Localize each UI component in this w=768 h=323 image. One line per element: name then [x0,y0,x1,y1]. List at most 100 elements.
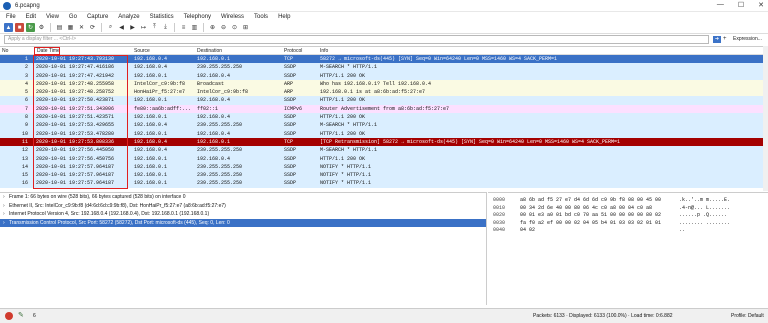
packet-destination: 192.168.0.4 [197,130,231,137]
hex-row[interactable]: 0010 00 34 2d 6e 40 00 80 06 4c c0 a8 00 … [488,205,768,213]
add-filter-button[interactable]: + [723,36,727,42]
packet-destination: 239.255.255.250 [197,122,243,129]
stop-capture-icon[interactable]: ■ [15,23,24,32]
hex-row[interactable]: 0040 04 02.. [488,227,768,235]
hex-row[interactable]: 0000 a8 6b ad f5 27 e7 d4 6d 6d c9 9b f8 … [488,197,768,205]
packet-source: 192.168.0.4 [134,147,168,154]
packet-protocol: SSDP [284,155,297,162]
first-packet-icon[interactable]: ⤒ [150,23,159,32]
go-back-icon[interactable]: ◀ [117,23,126,32]
packet-destination: 192.168.0.1 [197,138,231,145]
packet-row[interactable]: 3 2020-10-01 19:27:47.421942 192.168.0.1 19… [0,71,768,80]
packet-row[interactable]: 12 2020-10-01 19:27:56.445050 192.168.0.4 2… [0,146,768,155]
menu-help[interactable]: Help [278,14,290,20]
packet-info: 192.168.0.1 is at a8:6b:ad:f5:27:e7 [320,89,426,96]
packet-row[interactable]: 10 2020-10-01 19:27:53.478280 192.168.0.1 1… [0,129,768,138]
hex-row[interactable]: 0030 fa f0 a2 ef 00 00 02 04 05 b4 01 03 … [488,220,768,228]
packet-source: 192.168.0.1 [134,180,168,187]
packet-protocol: SSDP [284,180,297,187]
profile-selector[interactable]: Profile: Default [731,313,764,319]
capture-comment-icon[interactable]: ✎ [18,312,26,320]
find-packet-icon[interactable]: ⌕ [106,23,115,32]
detail-row-tcp[interactable]: › Transmission Control Protocol, Src Port… [0,218,486,227]
autoscroll-icon[interactable]: ≡ [179,23,188,32]
zoom-in-icon[interactable]: ⊕ [208,23,217,32]
normal-size-icon[interactable]: ⊙ [230,23,239,32]
menu-telephony[interactable]: Telephony [184,14,211,20]
wireshark-logo-icon [3,1,11,10]
packet-row[interactable]: 4 2020-10-01 19:27:48.255958 IntelCor_c9:9… [0,79,768,89]
menu-tools[interactable]: Tools [254,14,268,20]
detail-row-ethernet[interactable]: › Ethernet II, Src: IntelCor_c9:9b:f8 (d4… [0,202,486,211]
packet-list-header: No Date Time Source Destination Protocol… [0,47,768,55]
column-header-no[interactable]: No [2,48,30,54]
packet-time: 2020-10-01 19:27:48.255958 [36,80,115,87]
open-file-icon[interactable]: ▤ [55,23,64,32]
minimize-button[interactable]: — [717,1,724,9]
restart-capture-icon[interactable]: ↻ [26,23,35,32]
packet-protocol: SSDP [284,147,297,154]
go-forward-icon[interactable]: ▶ [128,23,137,32]
packet-list-scrollbar[interactable] [763,46,768,191]
column-header-time[interactable]: Date Time [34,47,60,55]
close-file-icon[interactable]: ✕ [77,23,86,32]
detail-row-ip[interactable]: › Internet Protocol Version 4, Src: 192.1… [0,210,486,219]
packet-row[interactable]: 14 2020-10-01 19:27:57.964187 192.168.0.1 2… [0,162,768,172]
packet-row[interactable]: 2 2020-10-01 19:27:47.416186 192.168.0.4 23… [0,63,768,72]
packet-source: 192.168.0.1 [134,72,168,79]
packet-row[interactable]: 7 2020-10-01 19:27:51.343006 fe80::aa6b:ad… [0,104,768,114]
close-button[interactable]: ✕ [758,1,764,9]
packet-row[interactable]: 15 2020-10-01 19:27:57.964187 192.168.0.1 2… [0,171,768,180]
packet-destination: 192.168.0.1 [197,56,231,62]
packet-source: 192.168.0.4 [134,56,168,62]
packet-source: 192.168.0.1 [134,172,168,179]
packet-time: 2020-10-01 19:27:51.343006 [36,105,115,112]
menu-statistics[interactable]: Statistics [150,14,174,20]
packet-row[interactable]: 8 2020-10-01 19:27:51.423571 192.168.0.1 19… [0,113,768,122]
packet-number: 13 [21,155,28,162]
column-header-protocol[interactable]: Protocol [284,48,320,54]
toolbar-separator [203,23,204,32]
expression-button[interactable]: Expression... [733,36,762,42]
go-to-packet-icon[interactable]: ↦ [139,23,148,32]
packet-row[interactable]: 16 2020-10-01 19:27:57.964187 192.168.0.1 2… [0,179,768,188]
last-packet-icon[interactable]: ⤓ [161,23,170,32]
hex-row[interactable]: 0020 00 01 e3 a0 01 bd c0 70 aa 51 00 00 … [488,212,768,220]
reload-file-icon[interactable]: ⟳ [88,23,97,32]
packet-row[interactable]: 11 2020-10-01 19:27:53.808336 192.168.0.4 1… [0,137,768,147]
menu-go[interactable]: Go [69,14,77,20]
packet-row[interactable]: 1 2020-10-01 19:27:43.793130 192.168.0.4 19… [0,55,768,64]
packet-row[interactable]: 13 2020-10-01 19:27:56.450756 192.168.0.1 1… [0,154,768,163]
display-filter-input[interactable]: Apply a display filter ... <Ctrl-/> [4,35,709,44]
menu-file[interactable]: File [6,14,16,20]
start-capture-icon[interactable]: ▲ [4,23,13,32]
packet-time: 2020-10-01 19:27:57.964187 [36,172,115,179]
packet-number: 11 [21,138,28,145]
packet-destination: Broadcast [197,80,225,87]
maximize-button[interactable]: ☐ [738,1,744,9]
colorize-icon[interactable]: ▥ [190,23,199,32]
detail-row-frame[interactable]: › Frame 1: 66 bytes on wire (528 bits), 6… [0,193,486,202]
resize-columns-icon[interactable]: ⊞ [241,23,250,32]
zoom-out-icon[interactable]: ⊖ [219,23,228,32]
packet-row[interactable]: 5 2020-10-01 19:27:48.258752 HonHaiPr_f5:2… [0,88,768,97]
apply-filter-arrow-icon[interactable]: ➜ [713,36,721,43]
column-header-info[interactable]: Info [320,48,760,54]
expert-info-icon[interactable] [5,312,13,320]
packet-number: 8 [24,114,28,121]
menu-view[interactable]: View [46,14,59,20]
packet-number: 10 [21,130,28,137]
menu-wireless[interactable]: Wireless [221,14,244,20]
column-header-destination[interactable]: Destination [197,48,283,54]
capture-options-icon[interactable]: ⚙ [37,23,46,32]
packet-row[interactable]: 9 2020-10-01 19:27:53.429655 192.168.0.4 23… [0,121,768,130]
menu-edit[interactable]: Edit [26,14,36,20]
menu-analyze[interactable]: Analyze [118,14,139,20]
save-file-icon[interactable]: ▦ [66,23,75,32]
packet-details-pane: › Frame 1: 66 bytes on wire (528 bits), 6… [0,192,487,305]
packet-row[interactable]: 6 2020-10-01 19:27:50.423871 192.168.0.1 19… [0,96,768,105]
packet-time: 2020-10-01 19:27:57.964187 [36,163,115,170]
column-header-source[interactable]: Source [134,48,196,54]
menu-capture[interactable]: Capture [87,14,108,20]
packet-protocol: SSDP [284,163,297,170]
